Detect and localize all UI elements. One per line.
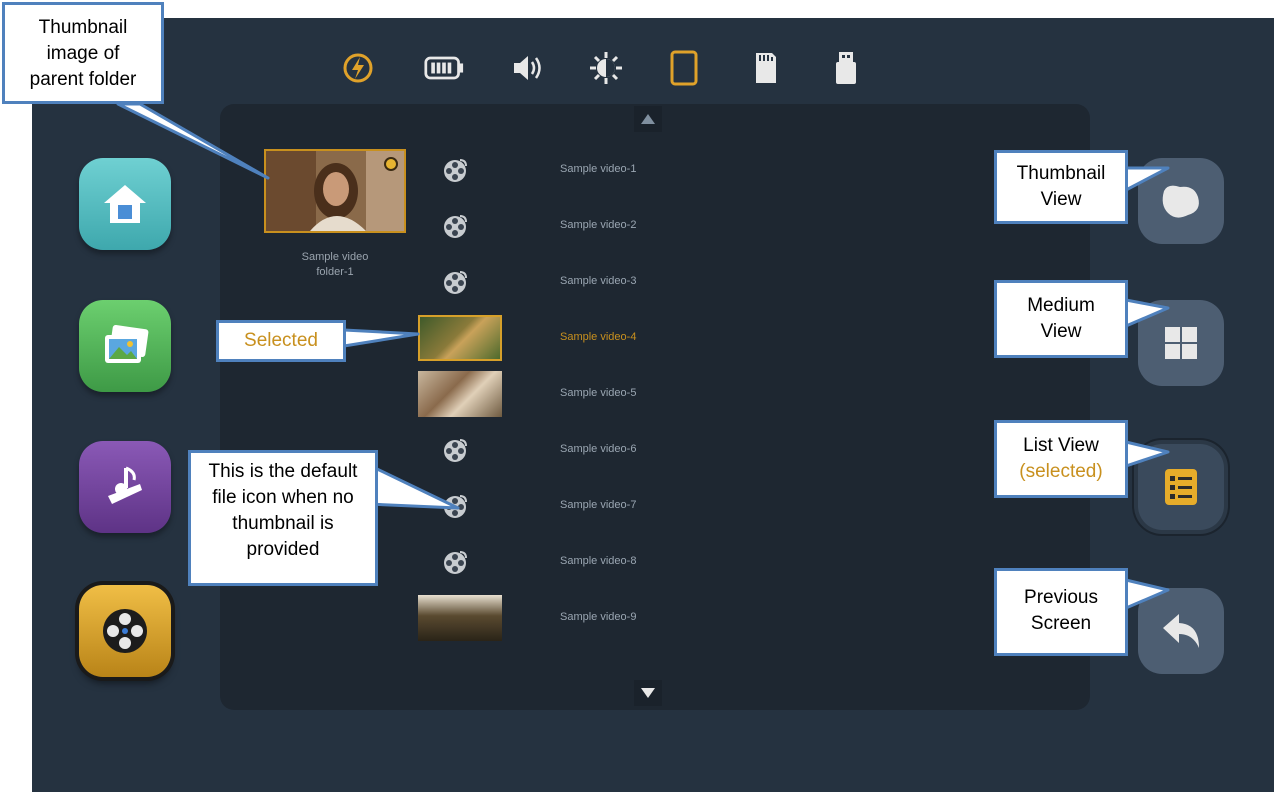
up-arrow-icon <box>641 114 655 124</box>
callout-selected: Selected <box>216 320 346 362</box>
video-label[interactable]: Sample video-2 <box>560 219 636 231</box>
default-video-file-icon[interactable] <box>442 437 468 463</box>
parent-folder-thumbnail[interactable] <box>264 149 406 233</box>
callout-medium-view-line1: Medium <box>1027 295 1095 316</box>
video-app-button[interactable] <box>79 585 171 677</box>
callout-list-view-line1: List View <box>1023 435 1099 456</box>
brightness-icon[interactable] <box>586 48 626 88</box>
video-label[interactable]: Sample video-9 <box>560 611 636 623</box>
callout-list-view-line2: (selected) <box>1019 461 1103 482</box>
medium-view-button[interactable] <box>1138 300 1224 386</box>
callout-default-icon: This is the default file icon when no th… <box>188 450 378 586</box>
default-video-file-icon[interactable] <box>442 493 468 519</box>
callout-medium-view: Medium View <box>994 280 1128 358</box>
callout-selected-text: Selected <box>244 330 318 351</box>
callout-medium-view-line2: View <box>1040 321 1082 342</box>
video-thumbnail[interactable] <box>418 315 502 361</box>
gallery-icon <box>105 325 149 363</box>
callout-parent-folder-line1: Thumbnail <box>38 17 128 38</box>
lightning-icon <box>338 48 378 88</box>
video-thumbnail[interactable] <box>418 371 502 417</box>
home-app-button[interactable] <box>79 158 171 250</box>
video-label[interactable]: Sample video-8 <box>560 555 636 567</box>
default-video-file-icon[interactable] <box>442 549 468 575</box>
music-icon <box>108 466 142 504</box>
back-arrow-icon <box>1163 614 1199 648</box>
callout-previous-screen: Previous Screen <box>994 568 1128 656</box>
video-label[interactable]: Sample video-5 <box>560 387 636 399</box>
music-app-button[interactable] <box>79 441 171 533</box>
list-view-button[interactable] <box>1138 444 1224 530</box>
callout-default-icon-line2: file icon when no <box>212 487 354 508</box>
folder-label-line2: folder-1 <box>316 266 354 278</box>
scroll-up-button[interactable] <box>634 106 662 132</box>
device-screen: Sample video folder-1 Sample video-1 Samp… <box>32 18 1274 792</box>
video-thumbnail[interactable] <box>418 595 502 641</box>
callout-parent-folder-line2: image of <box>46 43 120 64</box>
thumbnail-view-icon <box>1162 185 1199 218</box>
callout-default-icon-line4: provided <box>246 539 320 560</box>
scroll-down-button[interactable] <box>634 680 662 706</box>
folder-badge-icon <box>384 157 398 171</box>
callout-list-view: List View (selected) <box>994 420 1128 498</box>
sd-card-icon[interactable] <box>746 48 786 88</box>
grid-icon <box>1165 327 1197 359</box>
gallery-app-button[interactable] <box>79 300 171 392</box>
default-video-file-icon[interactable] <box>442 269 468 295</box>
callout-default-icon-line1: This is the default <box>208 461 358 482</box>
callout-thumbnail-view: Thumbnail View <box>994 150 1128 224</box>
usb-drive-icon[interactable] <box>826 48 866 88</box>
video-label[interactable]: Sample video-4 <box>560 331 636 343</box>
callout-previous-screen-line2: Screen <box>1030 613 1092 634</box>
thumbnail-view-button[interactable] <box>1138 158 1224 244</box>
callout-parent-folder: Thumbnail image of parent folder <box>2 2 164 104</box>
default-video-file-icon[interactable] <box>442 213 468 239</box>
video-label[interactable]: Sample video-7 <box>560 499 636 511</box>
folder-label: Sample video folder-1 <box>264 250 406 280</box>
callout-default-icon-line3: thumbnail is <box>232 513 334 534</box>
default-video-file-icon[interactable] <box>442 157 468 183</box>
down-arrow-icon <box>641 688 655 698</box>
list-icon <box>1165 469 1197 505</box>
callout-parent-folder-line3: parent folder <box>29 69 137 90</box>
video-reel-icon <box>103 609 147 653</box>
speaker-icon[interactable] <box>508 48 548 88</box>
folder-label-line1: Sample video <box>301 251 369 263</box>
callout-thumbnail-view-line2: View <box>1040 189 1082 210</box>
video-label[interactable]: Sample video-6 <box>560 443 636 455</box>
previous-screen-button[interactable] <box>1138 588 1224 674</box>
file-list-panel[interactable]: Sample video folder-1 Sample video-1 Samp… <box>220 104 1090 710</box>
video-label[interactable]: Sample video-3 <box>560 275 636 287</box>
home-icon <box>104 185 146 223</box>
callout-thumbnail-view-line1: Thumbnail <box>1016 163 1106 184</box>
video-label[interactable]: Sample video-1 <box>560 163 636 175</box>
battery-icon[interactable] <box>424 48 464 88</box>
callout-previous-screen-line1: Previous <box>1024 587 1098 608</box>
tablet-icon[interactable] <box>664 48 704 88</box>
